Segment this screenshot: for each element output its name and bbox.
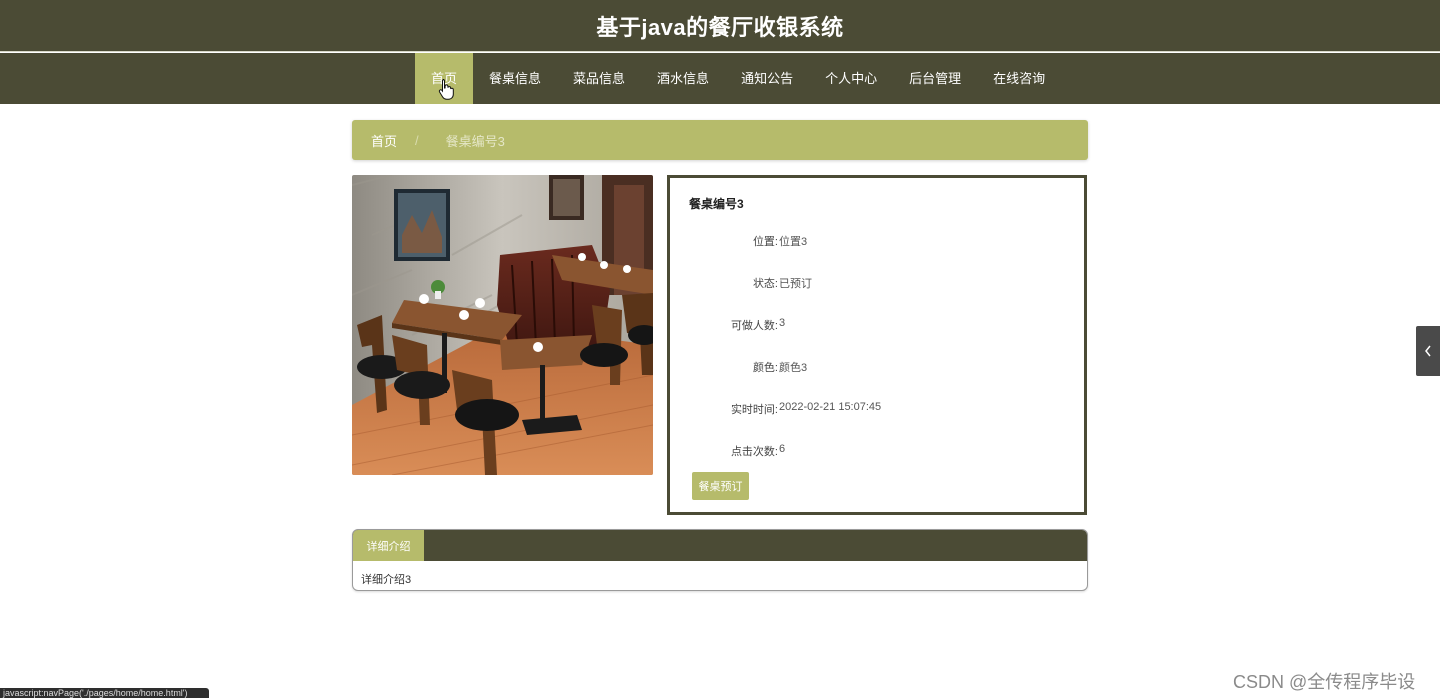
site-title: 基于java的餐厅收银系统 [596,14,844,40]
field-value: 位置3 [779,236,808,248]
field-row-color: 颜色: 颜色3 [670,359,1084,375]
watermark: CSDN @全传程序毕设 [1233,672,1416,692]
main-nav: 首页 餐桌信息 菜品信息 酒水信息 通知公告 个人中心 后台管理 在线咨询 [0,53,1440,104]
detail-panel: 详细介绍 详细介绍3 [352,529,1088,591]
nav-item-notices[interactable]: 通知公告 [725,53,809,104]
nav-item-consult[interactable]: 在线咨询 [977,53,1061,104]
nav-item-dishes[interactable]: 菜品信息 [557,53,641,104]
detail-tabbar: 详细介绍 [353,530,1087,561]
table-title: 餐桌编号3 [689,197,744,211]
breadcrumb: 首页 / 餐桌编号3 [352,120,1088,160]
browser-status-bar: javascript:navPage('./pages/home/home.ht… [0,688,209,698]
side-toggle-button[interactable] [1416,326,1440,376]
field-value: 已预订 [779,278,812,290]
field-label: 可做人数: [730,320,778,332]
table-info-card: 餐桌编号3 位置: 位置3 状态: 已预订 可做人数: 3 颜色: 颜色3 实时… [667,175,1087,515]
field-value: 2022-02-21 15:07:45 [779,401,882,413]
breadcrumb-separator: / [415,132,419,148]
field-value: 颜色3 [779,362,808,374]
chevron-left-icon [1425,345,1431,357]
field-row-capacity: 可做人数: 3 [670,317,1084,333]
nav-list: 首页 餐桌信息 菜品信息 酒水信息 通知公告 个人中心 后台管理 在线咨询 [415,53,1061,104]
nav-item-tables[interactable]: 餐桌信息 [473,53,557,104]
nav-item-profile[interactable]: 个人中心 [809,53,893,104]
tab-detail-intro[interactable]: 详细介绍 [353,530,424,561]
field-row-location: 位置: 位置3 [670,233,1084,249]
field-row-time: 实时时间: 2022-02-21 15:07:45 [670,401,1084,417]
nav-item-drinks[interactable]: 酒水信息 [641,53,725,104]
field-row-clicks: 点击次数: 6 [670,443,1084,459]
book-table-button[interactable]: 餐桌预订 [692,472,749,500]
hand-pointer-icon [438,79,454,100]
field-row-status: 状态: 已预订 [670,275,1084,291]
field-value: 3 [779,317,786,329]
breadcrumb-current: 餐桌编号3 [445,133,505,149]
table-photo [352,175,653,475]
field-label: 位置: [752,236,778,248]
detail-content: 详细介绍3 [361,574,412,586]
restaurant-table-image [352,175,653,475]
field-label: 点击次数: [730,446,778,458]
page: 基于java的餐厅收银系统 首页 餐桌信息 菜品信息 酒水信息 通知公告 个人中… [0,0,1440,698]
site-header: 基于java的餐厅收银系统 [0,0,1440,52]
field-value: 6 [779,443,786,455]
field-label: 颜色: [752,362,778,374]
field-label: 实时时间: [730,404,778,416]
nav-item-admin[interactable]: 后台管理 [893,53,977,104]
field-label: 状态: [752,278,778,290]
breadcrumb-home-link[interactable]: 首页 [371,131,397,150]
